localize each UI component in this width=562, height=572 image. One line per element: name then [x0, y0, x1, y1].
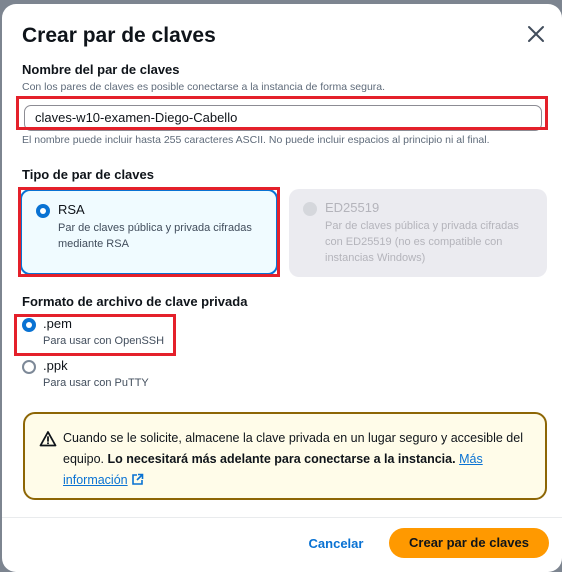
ed25519-description: Par de claves pública y privada cifradas…	[325, 220, 519, 264]
key-name-label: Nombre del par de claves	[22, 62, 180, 77]
key-name-input[interactable]: claves-w10-examen-Diego-Cabello	[24, 105, 542, 131]
ed25519-radio	[303, 202, 317, 216]
key-type-option-ed25519: ED25519 Par de claves pública y privada …	[289, 189, 547, 277]
ppk-title: .ppk	[43, 358, 68, 373]
warning-alert: Cuando se le solicite, almacene la clave…	[23, 412, 547, 500]
rsa-description: Par de claves pública y privada cifradas…	[58, 222, 252, 250]
rsa-title: RSA	[58, 202, 85, 217]
key-name-description: Con los pares de claves es posible conec…	[22, 81, 386, 93]
file-format-label: Formato de archivo de clave privada	[22, 294, 248, 309]
dialog-title: Crear par de claves	[22, 24, 216, 47]
warning-icon	[39, 430, 57, 448]
footer-divider	[2, 517, 562, 518]
key-type-option-rsa[interactable]: RSA Par de claves pública y privada cifr…	[20, 189, 278, 275]
pem-title: .pem	[43, 316, 72, 331]
cancel-button[interactable]: Cancelar	[292, 532, 380, 556]
ppk-radio[interactable]	[22, 360, 36, 374]
ppk-description: Para usar con PuTTY	[43, 377, 149, 389]
create-key-pair-button[interactable]: Crear par de claves	[389, 528, 549, 558]
pem-radio[interactable]	[22, 318, 36, 332]
external-link-icon[interactable]	[131, 472, 144, 493]
close-icon[interactable]	[524, 22, 548, 46]
create-key-pair-dialog: Crear par de claves Nombre del par de cl…	[2, 4, 562, 572]
rsa-radio[interactable]	[36, 204, 50, 218]
key-type-label: Tipo de par de claves	[22, 167, 154, 182]
key-name-constraint: El nombre puede incluir hasta 255 caract…	[22, 134, 490, 146]
warning-text-bold: Lo necesitará más adelante para conectar…	[107, 452, 456, 466]
ed25519-title: ED25519	[325, 200, 380, 215]
pem-description: Para usar con OpenSSH	[43, 335, 165, 347]
warning-text: Cuando se le solicite, almacene la clave…	[63, 428, 533, 493]
